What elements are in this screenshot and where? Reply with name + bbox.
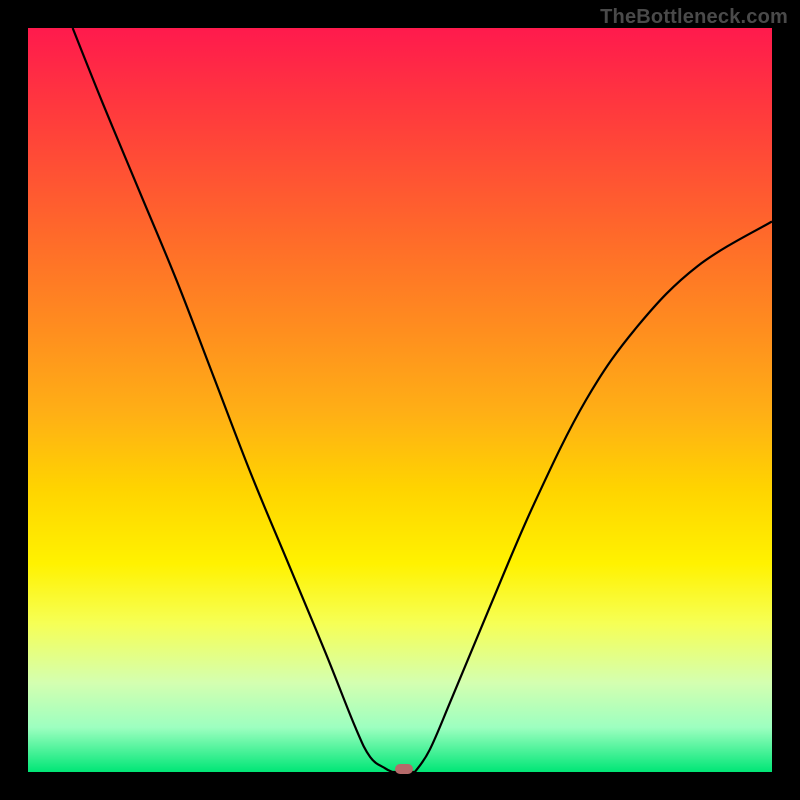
optimal-marker [395,764,413,774]
bottleneck-curve [28,28,772,772]
plot-area [28,28,772,772]
chart-frame: TheBottleneck.com [0,0,800,800]
watermark-text: TheBottleneck.com [600,6,788,29]
curve-path [73,28,772,772]
